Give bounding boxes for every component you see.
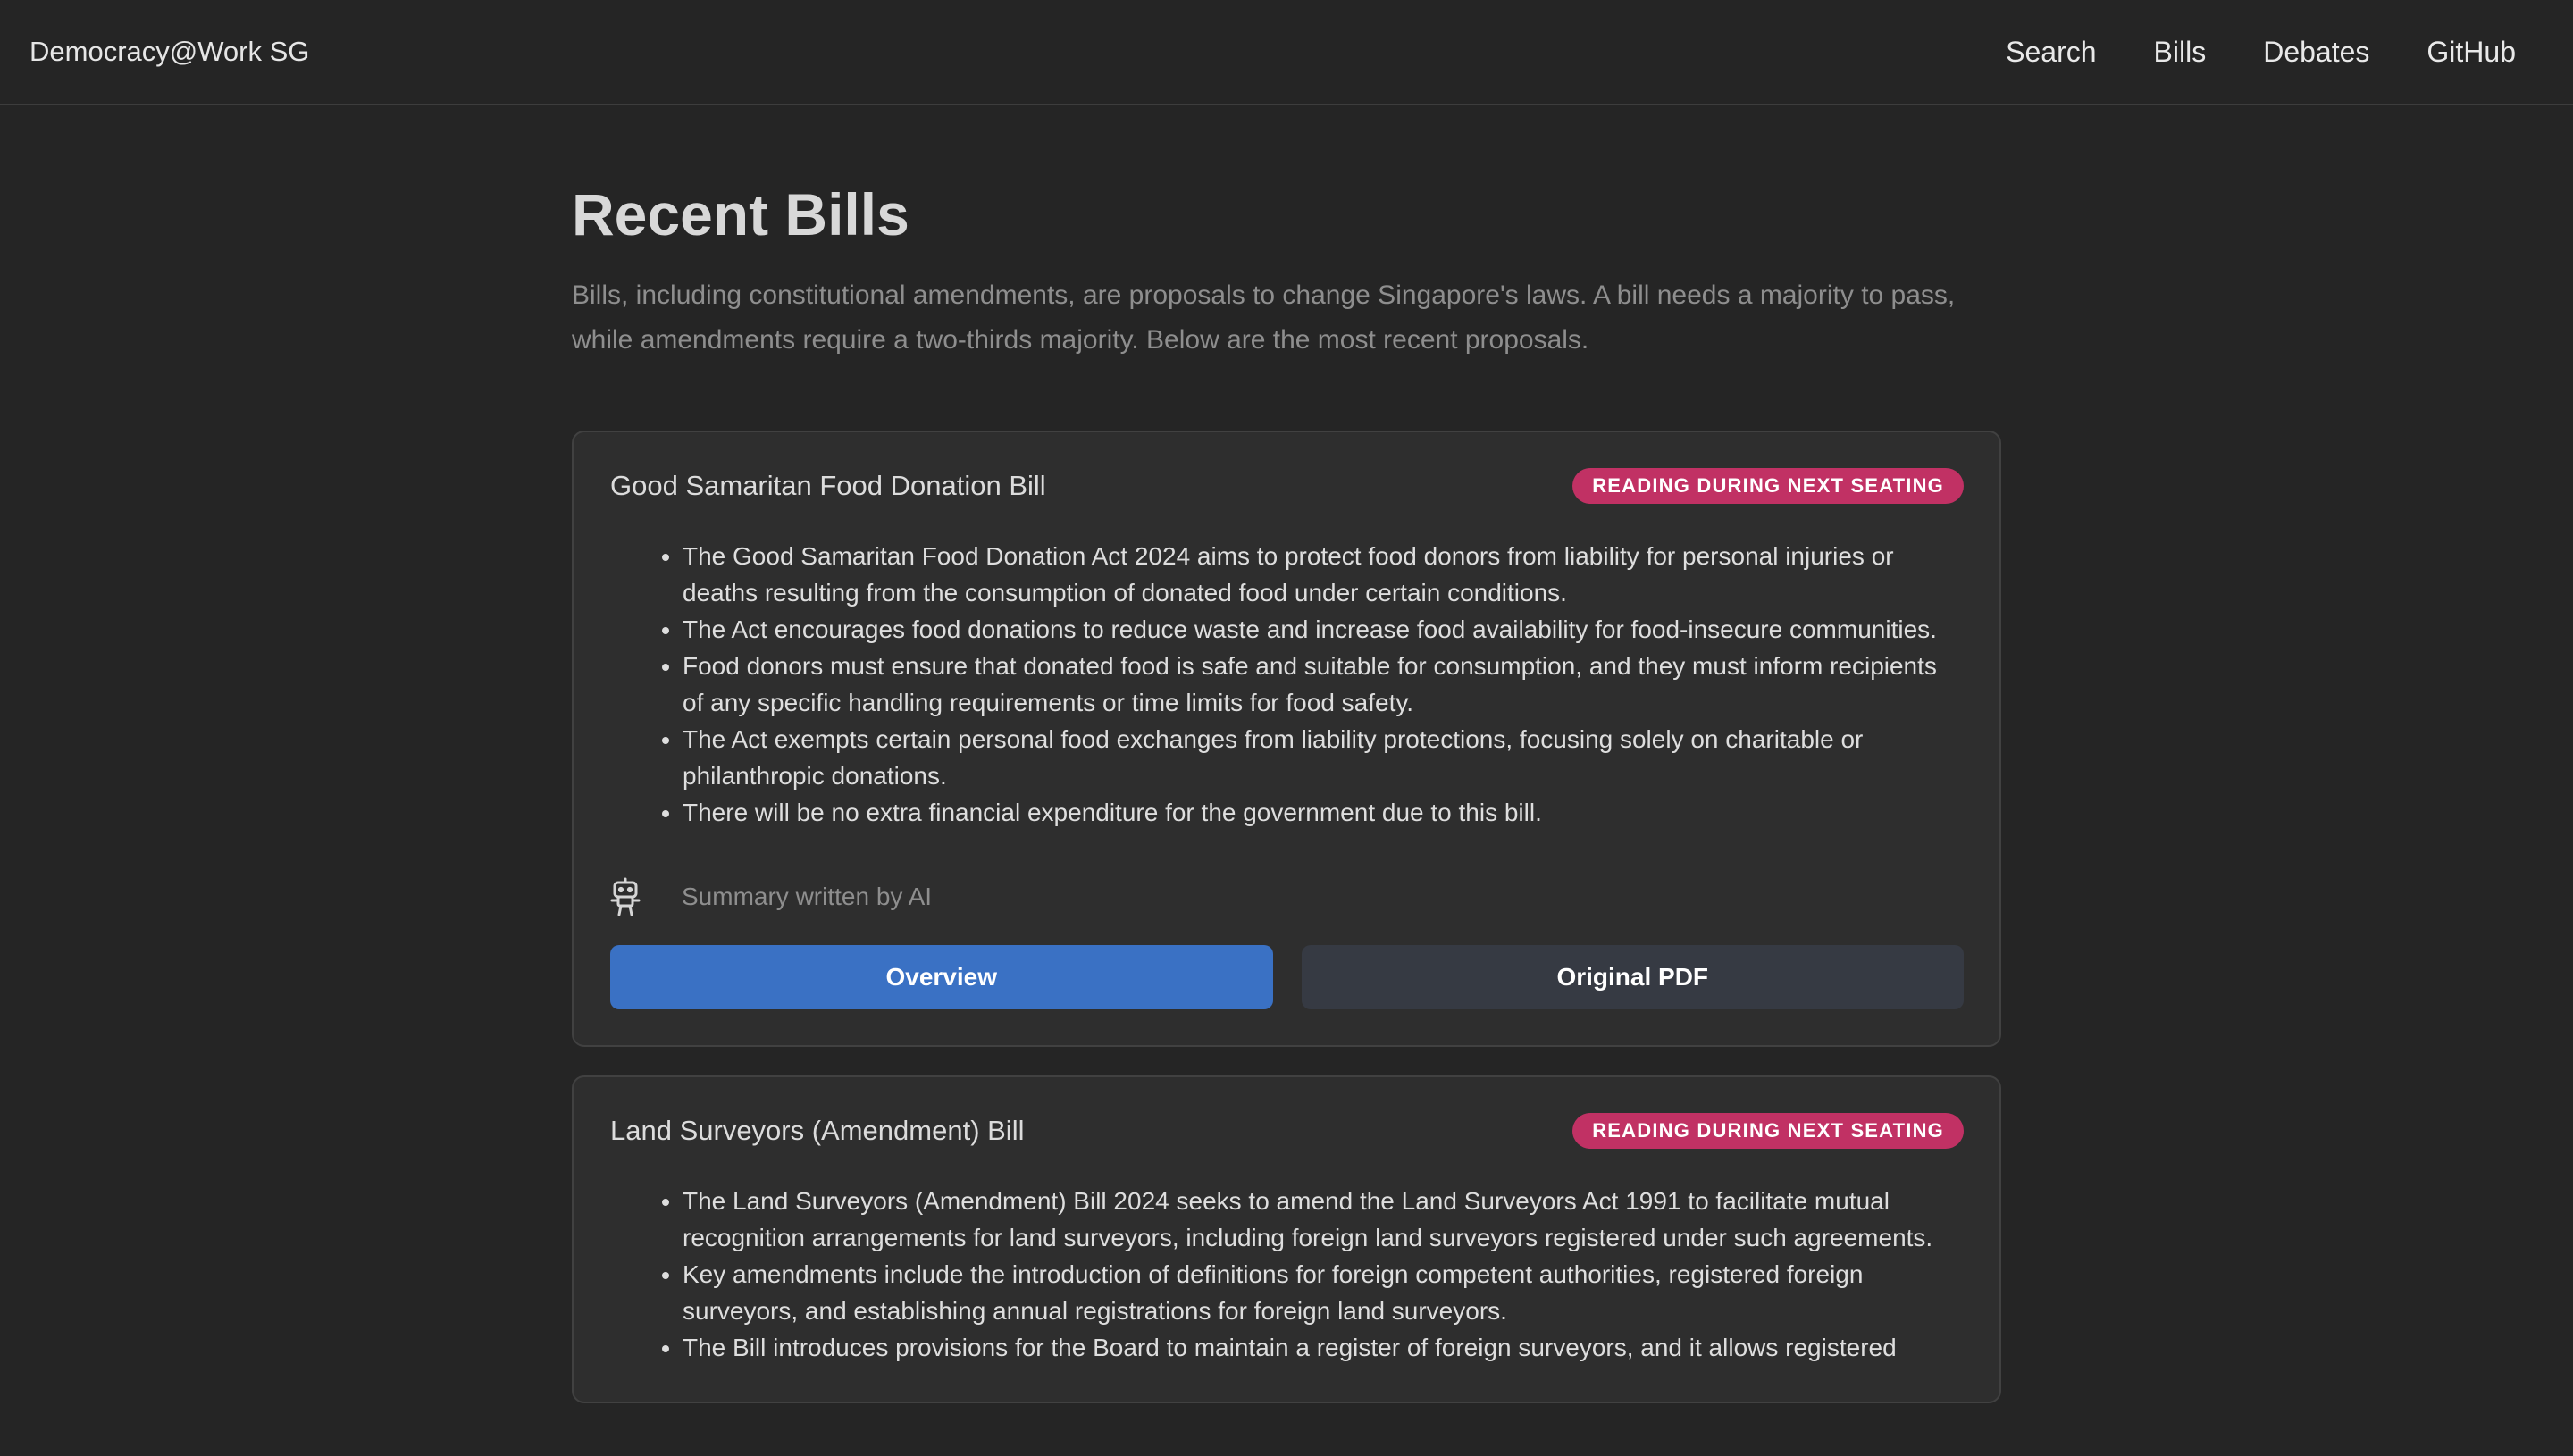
- bill-card: Land Surveyors (Amendment) Bill READING …: [572, 1075, 2001, 1403]
- top-navbar: Democracy@Work SG Search Bills Debates G…: [0, 0, 2573, 105]
- summary-item: The Act exempts certain personal food ex…: [683, 721, 1964, 794]
- nav-link-search[interactable]: Search: [2006, 36, 2096, 69]
- ai-summary-label: Summary written by AI: [682, 883, 933, 910]
- bill-title: Good Samaritan Food Donation Bill: [610, 470, 1046, 501]
- robot-icon: [610, 877, 650, 916]
- nav-link-github[interactable]: GitHub: [2426, 36, 2516, 69]
- original-pdf-button[interactable]: Original PDF: [1301, 945, 1964, 1009]
- bill-summary-list: The Good Samaritan Food Donation Act 202…: [610, 538, 1964, 831]
- overview-button[interactable]: Overview: [610, 945, 1273, 1009]
- summary-item: The Bill introduces provisions for the B…: [683, 1329, 1964, 1366]
- nav-link-debates[interactable]: Debates: [2263, 36, 2369, 69]
- nav-links: Search Bills Debates GitHub: [2006, 36, 2516, 69]
- bill-card-header: Good Samaritan Food Donation Bill READIN…: [610, 468, 1964, 504]
- status-badge: READING DURING NEXT SEATING: [1572, 1113, 1964, 1149]
- summary-item: The Land Surveyors (Amendment) Bill 2024…: [683, 1183, 1964, 1256]
- brand-logo-text[interactable]: Democracy@Work SG: [29, 36, 309, 68]
- bill-card-header: Land Surveyors (Amendment) Bill READING …: [610, 1113, 1964, 1149]
- nav-link-bills[interactable]: Bills: [2154, 36, 2207, 69]
- summary-item: The Act encourages food donations to red…: [683, 611, 1964, 648]
- summary-item: Key amendments include the introduction …: [683, 1256, 1964, 1329]
- main-content: Recent Bills Bills, including constituti…: [572, 105, 2001, 1403]
- bill-summary-list: The Land Surveyors (Amendment) Bill 2024…: [610, 1183, 1964, 1366]
- page-title: Recent Bills: [572, 181, 909, 247]
- summary-item: Food donors must ensure that donated foo…: [683, 648, 1964, 721]
- page-description: Bills, including constitutional amendmen…: [572, 280, 1956, 355]
- bill-actions: Overview Original PDF: [610, 945, 1964, 1009]
- summary-item: There will be no extra financial expendi…: [683, 794, 1964, 831]
- ai-summary-note: Summary written by AI: [610, 877, 1964, 916]
- bill-card: Good Samaritan Food Donation Bill READIN…: [572, 431, 2001, 1047]
- bill-title: Land Surveyors (Amendment) Bill: [610, 1115, 1025, 1146]
- summary-item: The Good Samaritan Food Donation Act 202…: [683, 538, 1964, 611]
- status-badge: READING DURING NEXT SEATING: [1572, 468, 1964, 504]
